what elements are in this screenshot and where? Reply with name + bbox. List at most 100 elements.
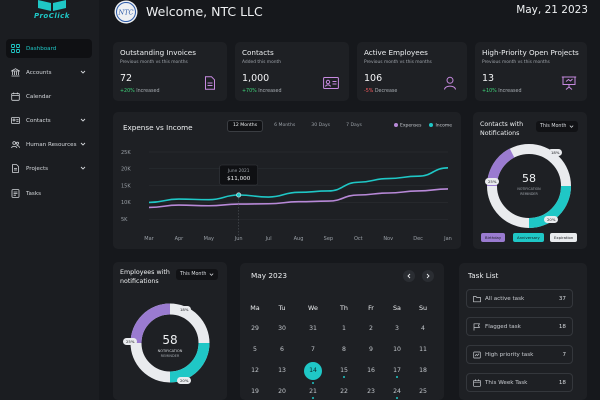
calendar-day[interactable]: 5 xyxy=(242,346,268,353)
calendar-day[interactable]: 21 xyxy=(300,388,326,395)
task-row-all-active[interactable]: All active task 37 xyxy=(466,289,573,308)
task-row-this-week[interactable]: This Week Task 18 xyxy=(466,373,573,392)
calendar-day[interactable]: 29 xyxy=(242,325,268,332)
sidebar-item-label: Tasks xyxy=(26,190,41,197)
task-list-card: Task List All active task 37 Flagged tas… xyxy=(459,263,587,400)
stat-value: 1,000 xyxy=(242,73,270,84)
stat-change: +10% Increased xyxy=(482,89,522,94)
sidebar-item-label: Projects xyxy=(26,165,49,172)
calendar-day[interactable]: 14 xyxy=(300,367,326,374)
chevron-down-icon xyxy=(80,70,86,74)
calendar-day[interactable]: 7 xyxy=(300,346,326,353)
event-dot xyxy=(311,382,315,385)
expense-income-card: Expense vs Income 12 Months 6 Months 30 … xyxy=(113,112,461,249)
donut-label: 20% xyxy=(177,377,192,384)
sidebar-item-dashboard[interactable]: Dashboard xyxy=(6,39,92,58)
task-label: Flagged task xyxy=(485,323,521,330)
calendar-day[interactable]: 13 xyxy=(269,367,295,374)
person-icon xyxy=(444,76,456,90)
tooltip-point xyxy=(236,192,242,198)
legend-chip-anniversary: Anniversary xyxy=(513,233,544,242)
grid-icon xyxy=(11,44,20,53)
chevron-down-icon xyxy=(80,166,86,170)
stat-title: Contacts xyxy=(242,48,274,57)
donut-label: 25% xyxy=(123,338,138,345)
chevron-down-icon xyxy=(80,118,86,122)
calendar-day[interactable]: 23 xyxy=(358,388,384,395)
calendar-day[interactable]: 30 xyxy=(269,325,295,332)
weekday-header: Tu xyxy=(278,304,286,312)
calendar-day[interactable]: 9 xyxy=(358,346,384,353)
calendar-day[interactable]: 2 xyxy=(358,325,384,332)
x-tick-label: Apr xyxy=(175,236,185,242)
task-list-icon xyxy=(11,189,20,198)
task-count: 18 xyxy=(558,379,566,386)
stat-value: 72 xyxy=(120,73,133,84)
calendar-day[interactable]: 16 xyxy=(358,367,384,374)
stat-card-invoices[interactable]: Outstanding Invoices Previous month vs t… xyxy=(113,42,227,101)
contact-card-icon xyxy=(11,116,20,125)
weekday-header: Su xyxy=(418,304,428,312)
stat-change-value: -5% xyxy=(364,89,374,94)
calendar-day[interactable]: 4 xyxy=(410,325,436,332)
calendar-day[interactable]: 19 xyxy=(242,388,268,395)
legend-chip-birthday: Birthday xyxy=(481,233,506,242)
calendar-month: May 2023 xyxy=(251,271,287,280)
next-month-button[interactable] xyxy=(422,270,434,282)
calendar-day[interactable]: 1 xyxy=(331,325,357,332)
donut-label: 18% xyxy=(177,306,192,313)
task-label: This Week Task xyxy=(485,379,528,386)
calendar-day[interactable]: 15 xyxy=(331,367,357,374)
calendar-day[interactable]: 22 xyxy=(331,388,357,395)
sidebar-item-label: Dashboard xyxy=(26,45,57,52)
sidebar-item-contacts[interactable]: Contacts xyxy=(6,111,92,130)
task-label: High priority task xyxy=(485,351,534,358)
stat-change-label: Decrease xyxy=(373,89,398,94)
calendar-day[interactable]: 3 xyxy=(384,325,410,332)
donut-center-value: 58 xyxy=(162,333,177,347)
people-icon xyxy=(11,140,20,149)
weekday-header: We xyxy=(308,304,318,312)
employees-notifications-card: Employees with notifications This Month … xyxy=(113,262,227,400)
task-row-high-priority[interactable]: High priority task 7 xyxy=(466,345,573,364)
stat-card-projects[interactable]: High-Priority Open Projects Previous mon… xyxy=(475,42,587,101)
weekday-header: Th xyxy=(340,304,348,312)
sidebar-item-label: Contacts xyxy=(26,117,51,124)
task-row-flagged[interactable]: Flagged task 18 xyxy=(466,317,573,336)
app-logo[interactable]: ProClick xyxy=(12,0,92,26)
sidebar-item-accounts[interactable]: Accounts xyxy=(6,63,92,82)
stat-subtitle: Previous month vs this months xyxy=(120,60,188,65)
calendar-day[interactable]: 20 xyxy=(269,388,295,395)
calendar-day[interactable]: 6 xyxy=(269,346,295,353)
calendar-day[interactable]: 10 xyxy=(384,346,410,353)
stat-card-contacts[interactable]: Contacts Added this month 1,000 +70% Inc… xyxy=(235,42,349,101)
stat-change: +20% Increased xyxy=(120,89,160,94)
stat-card-employees[interactable]: Active Employees Previous month vs this … xyxy=(357,42,467,101)
company-logo: NTC xyxy=(114,0,138,24)
stat-subtitle: Previous month vs this months xyxy=(482,60,550,65)
tooltip-label: June 2021 xyxy=(227,168,250,174)
sidebar-item-calendar[interactable]: Calendar xyxy=(6,87,92,106)
sidebar-item-human-resources[interactable]: Human Resources xyxy=(6,135,92,154)
calendar-day[interactable]: 25 xyxy=(410,388,436,395)
app-name: ProClick xyxy=(34,12,70,20)
stat-value: 106 xyxy=(364,73,383,84)
calendar-day[interactable]: 17 xyxy=(384,367,410,374)
calendar-day[interactable]: 8 xyxy=(331,346,357,353)
calendar-day[interactable]: 24 xyxy=(384,388,410,395)
task-list-title: Task List xyxy=(468,271,499,280)
stat-change-label: Increased xyxy=(256,89,282,94)
calendar-day[interactable]: 31 xyxy=(300,325,326,332)
stat-change-label: Increased xyxy=(134,89,160,94)
stat-change-value: +70% xyxy=(242,89,257,94)
calendar-day[interactable]: 11 xyxy=(410,346,436,353)
x-tick-label: Oct xyxy=(354,236,363,242)
sidebar-item-projects[interactable]: Projects xyxy=(6,159,92,178)
event-dot xyxy=(342,376,346,379)
donut-center-value: 58 xyxy=(522,172,536,185)
calendar-day[interactable]: 12 xyxy=(242,367,268,374)
calendar-day[interactable]: 18 xyxy=(410,367,436,374)
prev-month-button[interactable] xyxy=(403,270,415,282)
current-date: May, 21 2023 xyxy=(516,4,588,16)
sidebar-item-tasks[interactable]: Tasks xyxy=(6,184,92,203)
